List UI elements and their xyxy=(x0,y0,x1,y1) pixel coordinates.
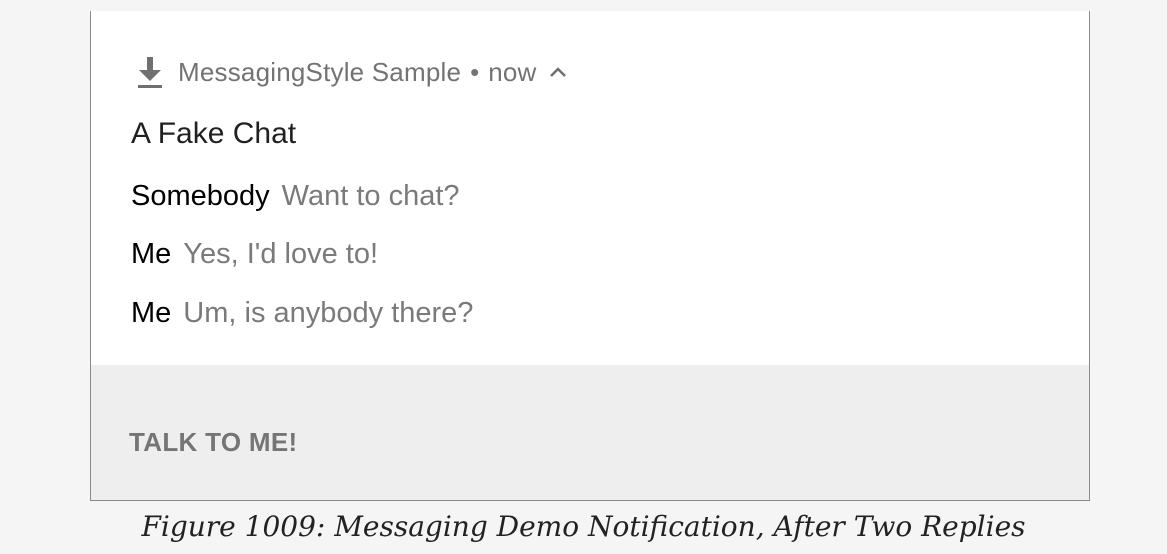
notification-time: now xyxy=(488,56,537,87)
message-sender: Me xyxy=(131,238,172,270)
talk-to-me-button[interactable]: TALK TO ME! xyxy=(129,427,297,458)
header-separator: • xyxy=(470,56,480,87)
app-name: MessagingStyle Sample xyxy=(178,56,462,87)
figure-caption: Figure 1009: Messaging Demo Notification… xyxy=(141,510,1026,543)
action-bar: TALK TO ME! xyxy=(91,365,1089,500)
message-row: Me Um, is anybody there? xyxy=(131,297,473,330)
chevron-up-icon[interactable] xyxy=(549,66,567,78)
message-sender: Somebody xyxy=(131,180,270,212)
download-icon xyxy=(138,57,162,88)
message-text: Want to chat? xyxy=(281,180,460,212)
notification-header: MessagingStyle Sample • now xyxy=(136,55,567,89)
message-row: Somebody Want to chat? xyxy=(131,180,460,213)
message-sender: Me xyxy=(131,297,172,329)
message-text: Yes, I'd love to! xyxy=(183,238,378,270)
message-row: Me Yes, I'd love to! xyxy=(131,238,378,271)
conversation-title: A Fake Chat xyxy=(131,117,297,150)
notification-card[interactable]: MessagingStyle Sample • now A Fake Chat … xyxy=(90,11,1090,501)
message-text: Um, is anybody there? xyxy=(183,297,474,329)
